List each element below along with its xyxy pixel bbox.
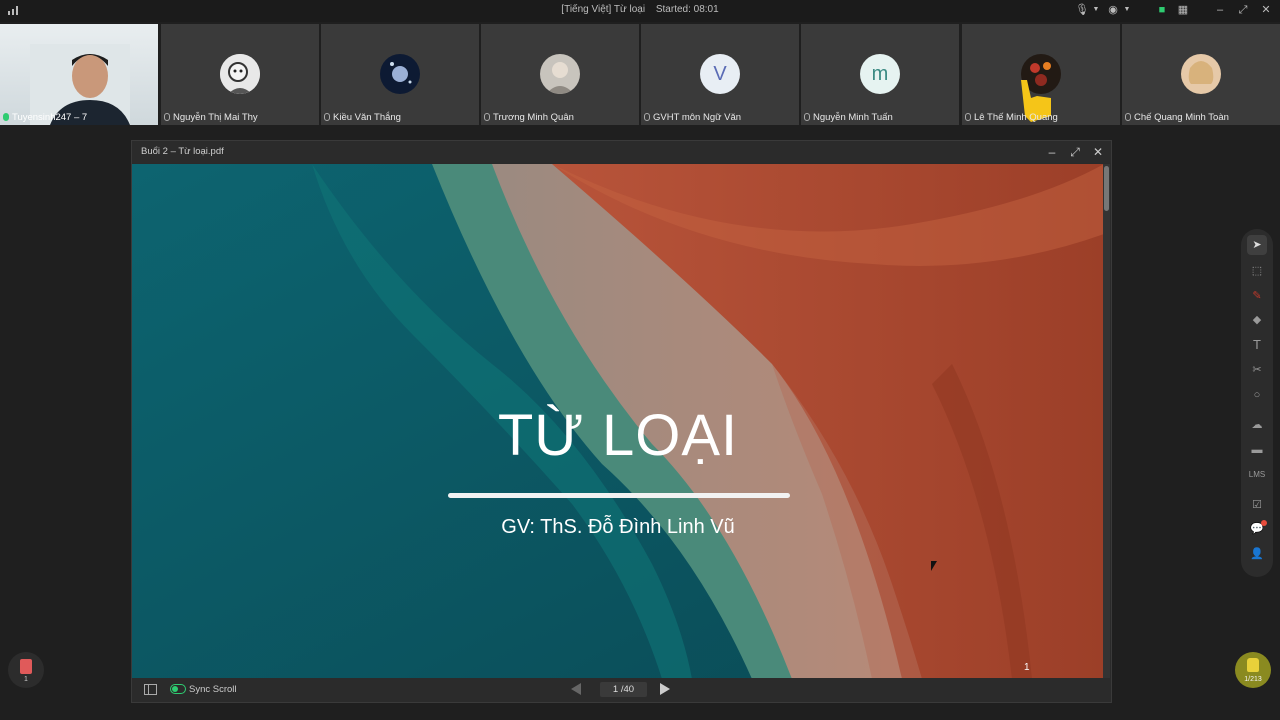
pdf-count: 1 [24, 676, 28, 683]
avatar [1181, 54, 1221, 94]
participant-name: GVHT môn Ngữ Văn [644, 112, 741, 123]
slide-page-number: 1 [1024, 662, 1030, 673]
camera-icon[interactable]: ■ [1155, 3, 1169, 17]
scrollbar-thumb[interactable] [1104, 166, 1109, 211]
pdf-viewer-window: Buổi 2 – Từ loại.pdf – ⤢ ✕ TỪ LOẠI GV: T… [131, 140, 1112, 703]
scissors-icon[interactable]: ✂ [1247, 360, 1267, 380]
raised-hand-count: 1/213 [1244, 676, 1262, 683]
mic-off-icon [484, 113, 490, 121]
region-select-icon[interactable]: ⬚ [1247, 261, 1267, 281]
sidebar-toggle-icon[interactable] [144, 684, 157, 695]
grid-layout-icon[interactable]: ▦ [1176, 3, 1190, 17]
participant-tile[interactable]: m Nguyễn Minh Tuấn [801, 24, 959, 125]
close-icon[interactable]: ✕ [1259, 3, 1273, 17]
chevron-down-icon[interactable]: ▼ [1120, 3, 1134, 17]
participant-name: Chế Quang Minh Toàn [1125, 112, 1229, 123]
avatar [220, 54, 260, 94]
participant-tile[interactable]: Tuyensinh247 – 7 [0, 24, 158, 125]
pdf-page[interactable]: TỪ LOẠI GV: ThS. Đỗ Đình Linh Vũ 1 [132, 164, 1104, 679]
edit-icon[interactable]: ☑ [1247, 495, 1267, 515]
title-bar: [Tiếng Việt] Từ loại Started: 08:01 🎙 ▼ … [0, 0, 1280, 22]
participants-strip: Tuyensinh247 – 7 Nguyễn Thị Mai Thy Kiều… [0, 24, 1280, 125]
title-underline [448, 493, 790, 498]
cloud-icon[interactable]: ☁ [1247, 415, 1267, 435]
minimize-icon[interactable]: – [1044, 144, 1060, 160]
viewer-footer: Sync Scroll 1 /40 [132, 678, 1111, 702]
expand-icon[interactable]: ⤢ [1067, 144, 1083, 160]
slide-title: TỪ LOẠI [497, 403, 739, 468]
users-icon[interactable]: 👤 [1247, 544, 1267, 564]
pen-icon[interactable]: ✎ [1247, 286, 1267, 306]
select-icon[interactable]: ➤ [1247, 235, 1267, 255]
mic-off-icon [804, 113, 810, 121]
pdf-files-button[interactable]: 1 [8, 652, 44, 688]
mic-off-icon [644, 113, 650, 121]
broadcast-icon[interactable]: ◉ [1106, 3, 1120, 17]
pdf-icon [20, 659, 32, 674]
chevron-down-icon[interactable]: ▼ [1089, 3, 1103, 17]
chat-icon[interactable]: 💬 [1247, 519, 1267, 539]
sync-scroll-toggle[interactable] [170, 684, 186, 694]
participant-tile[interactable]: Lê Thế Minh Quang [962, 24, 1120, 125]
microphone-icon[interactable]: 🎙 [1075, 3, 1089, 17]
room-title: [Tiếng Việt] Từ loại [561, 4, 646, 15]
participant-name: Lê Thế Minh Quang [965, 112, 1058, 123]
participant-tile[interactable]: Nguyễn Thị Mai Thy [161, 24, 319, 125]
participant-tile[interactable]: Chế Quang Minh Toàn [1122, 24, 1280, 125]
participant-name: Nguyễn Thị Mai Thy [164, 112, 258, 123]
vertical-scrollbar[interactable] [1103, 164, 1110, 679]
participant-tile[interactable]: Trương Minh Quân [481, 24, 639, 125]
shape-icon[interactable]: ○ [1247, 385, 1267, 405]
text-icon[interactable]: T [1247, 335, 1267, 355]
participant-tile[interactable]: V GVHT môn Ngữ Văn [641, 24, 799, 125]
close-icon[interactable]: ✕ [1090, 144, 1106, 160]
previous-page-icon[interactable] [571, 683, 581, 695]
participant-name: Trương Minh Quân [484, 112, 574, 123]
participant-name: Tuyensinh247 – 7 [3, 112, 87, 123]
lms-icon[interactable]: LMS [1247, 465, 1267, 485]
toolbox-icon[interactable]: ▬ [1247, 440, 1267, 460]
mic-on-icon [3, 113, 9, 121]
document-title: Buổi 2 – Từ loại.pdf [141, 146, 224, 157]
participant-name: Kiều Văn Thắng [324, 112, 401, 123]
mic-off-icon [1125, 113, 1131, 121]
sync-scroll-label: Sync Scroll [189, 684, 237, 695]
viewer-title-bar: Buổi 2 – Từ loại.pdf – ⤢ ✕ [132, 141, 1111, 163]
mic-off-icon [164, 113, 170, 121]
avatar: V [700, 54, 740, 94]
notification-dot [1261, 520, 1267, 526]
slide-subtitle: GV: ThS. Đỗ Đình Linh Vũ [501, 516, 735, 538]
participant-tile[interactable]: Kiều Văn Thắng [321, 24, 479, 125]
raised-hand-icon [1247, 658, 1259, 672]
annotation-toolbar: ➤ ⬚ ✎ ◆ T ✂ ○ ☁ ▬ LMS ☑ 💬 👤 [1241, 229, 1273, 577]
restore-icon[interactable]: ⤢ [1236, 3, 1250, 17]
mic-off-icon [324, 113, 330, 121]
mouse-cursor-icon [931, 561, 937, 571]
mic-off-icon [965, 113, 971, 121]
raised-hands-button[interactable]: 1/213 [1235, 652, 1271, 688]
eraser-icon[interactable]: ◆ [1247, 310, 1267, 330]
participant-name: Nguyễn Minh Tuấn [804, 112, 893, 123]
avatar [380, 54, 420, 94]
page-indicator[interactable]: 1 /40 [600, 682, 647, 697]
minimize-icon[interactable]: – [1213, 3, 1227, 17]
next-page-icon[interactable] [660, 683, 670, 695]
avatar: m [860, 54, 900, 94]
started-time: Started: 08:01 [655, 4, 719, 15]
avatar [540, 54, 580, 94]
